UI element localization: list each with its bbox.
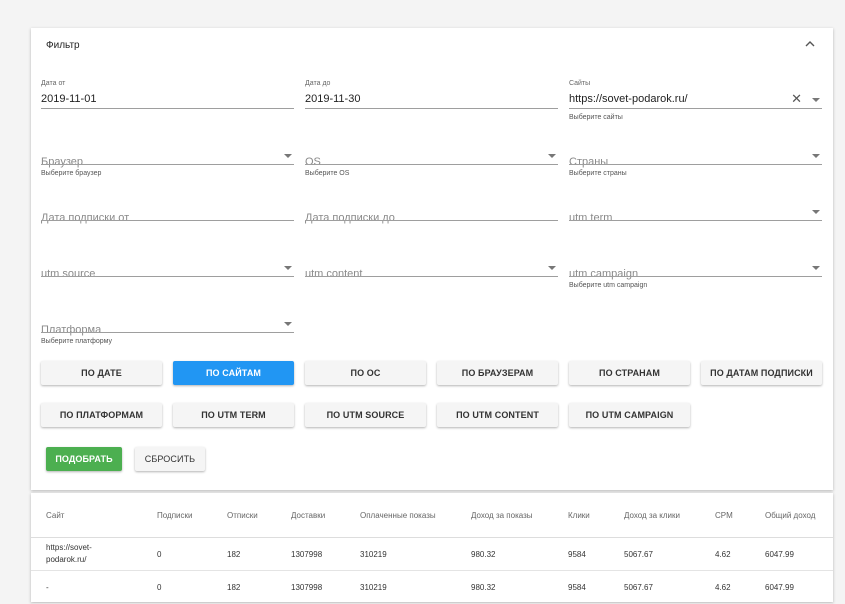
table-header-row: Сайт Подписки Отписки Доставки Оплаченны… [31,493,833,538]
group-by-utm-campaign-button[interactable]: ПО UTM CAMPAIGN [569,403,690,427]
sites-value[interactable]: https://sovet-podarok.ru/ [569,93,688,105]
table-cell: 5067.67 [624,537,715,571]
table-cell: 980.32 [471,570,568,604]
table-cell: 310219 [360,537,471,571]
column-header[interactable]: Доход за показы [471,493,568,538]
dropdown-arrow-icon[interactable] [284,154,292,158]
utm-campaign-placeholder: utm campaign [569,268,639,280]
date-from-underline [41,108,294,109]
apply-button[interactable]: ПОДОБРАТЬ [46,447,122,471]
utm-content-placeholder: utm content [305,268,363,280]
column-header[interactable]: Подписки [157,493,227,538]
dropdown-arrow-icon[interactable] [812,210,820,214]
column-header[interactable]: Отписки [227,493,291,538]
column-header[interactable]: Клики [568,493,624,538]
group-by-sites-button[interactable]: ПО САЙТАМ [173,361,294,385]
filter-panel: Фильтр Дата от 2019-11-01 Дата до 2019-1… [31,28,833,490]
group-by-countries-button[interactable]: ПО СТРАНАМ [569,361,690,385]
browser-hint: Выберите браузер [41,170,102,177]
table-cell: - [31,570,157,604]
table-row[interactable]: - 0 182 1307998 310219 980.32 9584 5067.… [31,570,833,604]
dropdown-arrow-icon[interactable] [812,98,820,102]
table-cell: 0 [157,570,227,604]
group-by-utm-term-button[interactable]: ПО UTM TERM [173,403,294,427]
sub-date-to-underline [305,220,558,221]
os-underline [305,164,558,165]
date-to-underline [305,108,558,109]
table-cell: 182 [227,537,291,571]
group-by-sub-dates-button[interactable]: ПО ДАТАМ ПОДПИСКИ [701,361,822,385]
table-cell: 4.62 [715,537,765,571]
dropdown-arrow-icon[interactable] [548,266,556,270]
group-by-browsers-button[interactable]: ПО БРАУЗЕРАМ [437,361,558,385]
group-by-platforms-button[interactable]: ПО ПЛАТФОРМАМ [41,403,162,427]
column-header[interactable]: Общий доход [765,493,833,538]
results-table-card: Сайт Подписки Отписки Доставки Оплаченны… [31,493,833,604]
table-cell: 9584 [568,570,624,604]
column-header[interactable]: CPM [715,493,765,538]
table-cell: 5067.67 [624,570,715,604]
column-header[interactable]: Оплаченные показы [360,493,471,538]
filter-title: Фильтр [46,40,80,51]
sites-underline [569,108,822,109]
utm-term-placeholder: utm term [569,212,613,224]
utm-campaign-underline [569,276,822,277]
table-row[interactable]: https://sovet-podarok.ru/ 0 182 1307998 … [31,537,833,571]
group-by-os-button[interactable]: ПО ОС [305,361,426,385]
sub-date-to-placeholder: Дата подписки до [305,212,395,224]
column-header[interactable]: Доставки [291,493,360,538]
sites-label: Сайты [569,80,591,87]
table-cell: 1307998 [291,570,360,604]
site-cell-text: https://sovet-podarok.ru/ [46,543,92,564]
os-hint: Выберите OS [305,170,350,177]
dropdown-arrow-icon[interactable] [284,266,292,270]
column-header[interactable]: Доход за клики [624,493,715,538]
platform-placeholder: Платформа [41,324,102,336]
platform-underline [41,332,294,333]
dropdown-arrow-icon[interactable] [812,154,820,158]
table-cell: 980.32 [471,537,568,571]
date-from-label: Дата от [41,80,66,87]
os-placeholder: OS [305,156,321,168]
sub-date-from-placeholder: Дата подписки от [41,212,130,224]
table-cell: 6047.99 [765,537,833,571]
platform-hint: Выберите платформу [41,338,113,345]
dropdown-arrow-icon[interactable] [812,266,820,270]
browser-underline [41,164,294,165]
group-by-utm-content-button[interactable]: ПО UTM CONTENT [437,403,558,427]
table-cell: 1307998 [291,537,360,571]
utm-content-underline [305,276,558,277]
table-cell: 182 [227,570,291,604]
dropdown-arrow-icon[interactable] [284,322,292,326]
dropdown-arrow-icon[interactable] [548,154,556,158]
date-to-value[interactable]: 2019-11-30 [305,93,360,105]
column-header[interactable]: Сайт [31,493,157,538]
chevron-up-icon[interactable] [803,37,817,51]
reset-button[interactable]: СБРОСИТЬ [135,447,205,471]
table-cell: https://sovet-podarok.ru/ [31,537,157,571]
utm-source-underline [41,276,294,277]
table-cell: 310219 [360,570,471,604]
sites-hint: Выберите сайты [569,114,623,121]
utm-campaign-hint: Выберите utm campaign [569,282,648,289]
countries-placeholder: Страны [569,156,609,168]
table-cell: 6047.99 [765,570,833,604]
date-from-value[interactable]: 2019-11-01 [41,93,96,105]
table-cell: 4.62 [715,570,765,604]
browser-placeholder: Браузер [41,156,83,168]
countries-hint: Выберите страны [569,170,627,177]
sub-date-from-underline [41,220,294,221]
countries-underline [569,164,822,165]
table-cell: 0 [157,537,227,571]
group-by-date-button[interactable]: ПО ДАТЕ [41,361,162,385]
table-cell: 9584 [568,537,624,571]
utm-term-underline [569,220,822,221]
clear-icon[interactable]: ✕ [791,92,802,105]
results-table: Сайт Подписки Отписки Доставки Оплаченны… [31,493,833,604]
date-to-label: Дата до [305,80,331,87]
group-by-utm-source-button[interactable]: ПО UTM SOURCE [305,403,426,427]
utm-source-placeholder: utm source [41,268,96,280]
